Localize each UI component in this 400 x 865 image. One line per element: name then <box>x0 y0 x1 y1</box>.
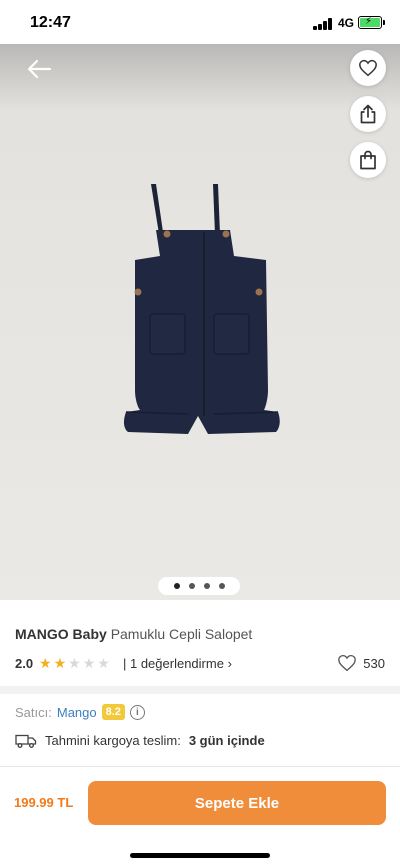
add-to-cart-label: Sepete Ekle <box>194 794 280 812</box>
shopping-bag-button[interactable] <box>350 142 386 178</box>
chevron-right-icon: › <box>227 656 232 671</box>
shipping-label: Tahmini kargoya teslim: <box>45 733 181 748</box>
product-image <box>123 184 280 434</box>
bottom-action-bar: 199.99 TL Sepete Ekle <box>0 766 400 865</box>
brand-name[interactable]: MANGO Baby <box>15 626 107 642</box>
status-time: 12:47 <box>30 14 71 31</box>
pagination-dot[interactable] <box>188 583 195 589</box>
star-empty-icon: ★ <box>97 655 110 671</box>
reviews-link[interactable]: | 1 değerlendirme › <box>123 656 232 671</box>
seller-score-badge: 8.2 <box>101 704 125 720</box>
section-divider <box>0 686 400 694</box>
product-name: Pamuklu Cepli Salopet <box>110 626 253 642</box>
seller-label: Satıcı: <box>15 704 52 720</box>
favorite-button[interactable] <box>350 50 386 86</box>
battery-tip <box>383 20 385 25</box>
home-indicator <box>130 853 270 858</box>
shipping-row: Tahmini kargoya teslim: 3 gün içinde <box>15 733 265 748</box>
shopping-bag-icon <box>360 150 376 170</box>
pagination-dot[interactable] <box>203 583 210 589</box>
info-icon[interactable]: i <box>129 704 145 720</box>
reviews-link-label: | 1 değerlendirme <box>123 656 224 671</box>
heart-outline-icon <box>338 654 357 672</box>
rating-stars: ★ ★ ★ ★ ★ <box>39 655 110 671</box>
price: 199.99 TL <box>14 795 74 810</box>
share-icon <box>360 104 376 124</box>
seller-link[interactable]: Mango <box>57 705 97 720</box>
rating-value: 2.0 <box>15 656 34 671</box>
delivery-truck-icon <box>15 734 37 748</box>
pagination-dot[interactable] <box>218 583 225 589</box>
back-arrow-icon <box>27 59 52 79</box>
star-empty-icon: ★ <box>68 655 81 671</box>
share-button[interactable] <box>350 96 386 132</box>
battery-icon: ⚡ <box>358 16 382 29</box>
network-type: 4G <box>338 16 355 30</box>
star-empty-icon: ★ <box>82 655 96 671</box>
star-filled-icon: ★ <box>53 655 67 671</box>
product-title: MANGO Baby Pamuklu Cepli Salopet <box>15 626 252 642</box>
shipping-estimate: 3 gün içinde <box>188 733 265 748</box>
pagination-dot[interactable] <box>173 583 180 589</box>
rating-row: 2.0 ★ ★ ★ ★ ★ | 1 değerlendirme › 530 <box>15 654 385 674</box>
back-button[interactable] <box>22 54 58 84</box>
add-to-cart-button[interactable]: Sepete Ekle <box>88 781 386 825</box>
product-gallery[interactable] <box>0 44 400 600</box>
status-bar: 12:47 4G ⚡ <box>0 0 400 44</box>
seller-row: Satıcı: Mango 8.2 i <box>15 704 145 720</box>
favorite-count-button[interactable]: 530 <box>337 654 385 672</box>
heart-icon <box>359 59 377 77</box>
image-pagination[interactable] <box>158 577 240 595</box>
star-filled-icon: ★ <box>39 655 52 671</box>
signal-icon <box>313 18 333 30</box>
favorite-count: 530 <box>363 655 385 671</box>
